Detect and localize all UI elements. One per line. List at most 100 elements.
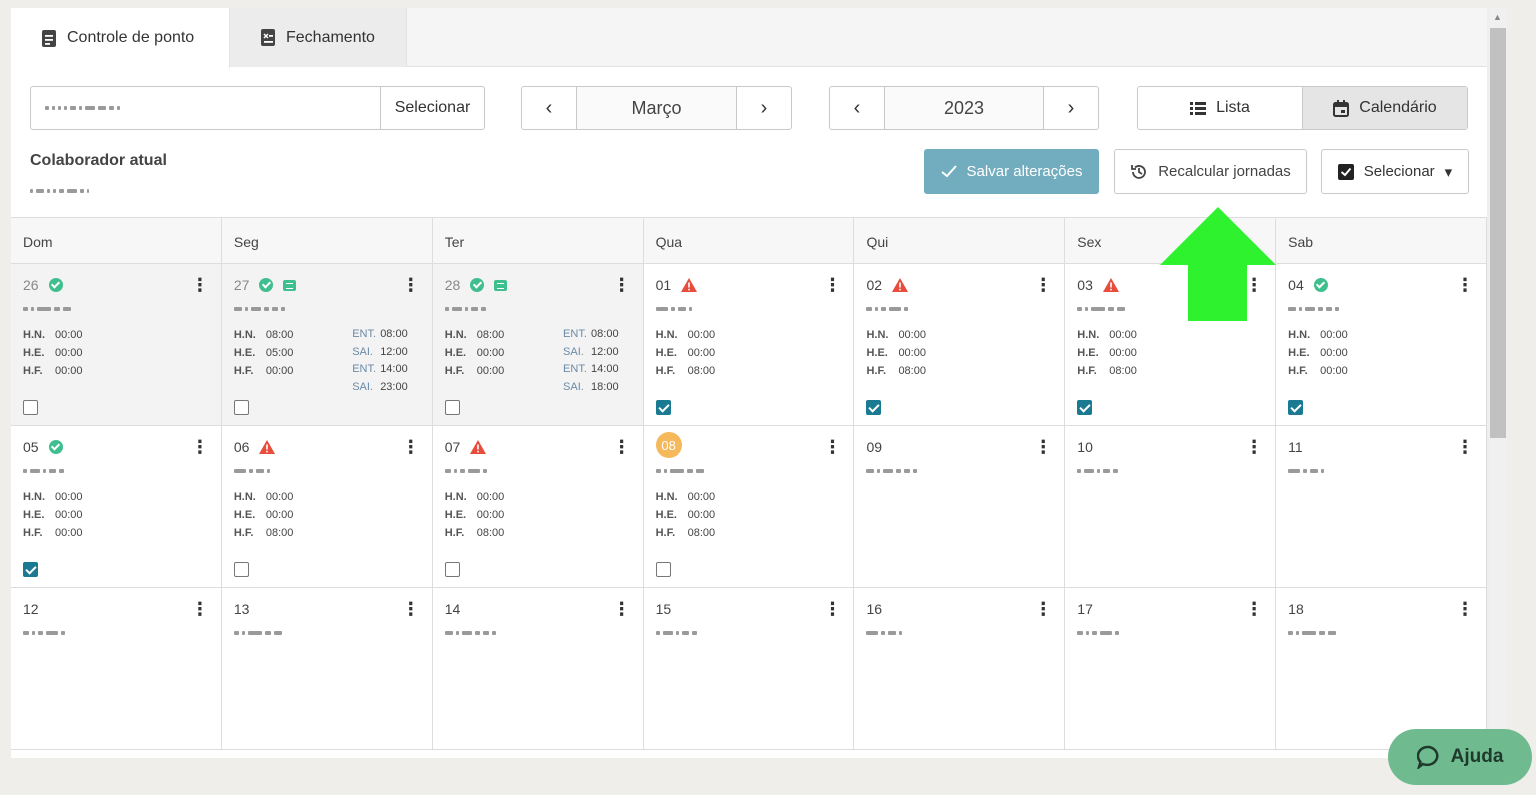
hours-line-hn: H.N. 00:00 — [445, 488, 631, 506]
day-options-icon[interactable]: ⋮ — [1245, 600, 1263, 618]
punch-time: 12:00 — [380, 345, 408, 358]
day-checkbox[interactable] — [655, 400, 671, 415]
day-checkbox[interactable] — [1077, 400, 1093, 415]
employee-name-field[interactable] — [31, 87, 380, 129]
day-options-icon[interactable]: ⋮ — [402, 600, 420, 618]
redacted-description — [866, 466, 1052, 476]
day-options-icon[interactable]: ⋮ — [823, 600, 841, 618]
calendar-day-cell[interactable]: 09 ⋮ — [854, 426, 1066, 587]
day-checkbox[interactable] — [23, 400, 38, 415]
day-checkbox[interactable] — [23, 562, 38, 577]
day-options-icon[interactable]: ⋮ — [1456, 438, 1474, 456]
hours-line-hf: H.F. 08:00 — [1077, 362, 1263, 380]
select-employee-button[interactable]: Selecionar — [380, 87, 484, 129]
vertical-scrollbar[interactable]: ▲ — [1489, 8, 1507, 758]
calendar-day-cell[interactable]: 18 ⋮ — [1276, 588, 1487, 749]
day-options-icon[interactable]: ⋮ — [402, 438, 420, 456]
calendar-day-cell[interactable]: 26 ⋮ H.N. 00:00 H.E. 00:00 H.F. 00:00 — [11, 264, 222, 425]
redacted-description — [1077, 466, 1263, 476]
warning-icon — [1102, 278, 1119, 292]
day-checkbox[interactable] — [1288, 400, 1304, 415]
calendar-day-cell[interactable]: 13 ⋮ — [222, 588, 433, 749]
prev-month-button[interactable]: ‹ — [522, 87, 576, 129]
day-options-icon[interactable]: ⋮ — [191, 276, 209, 294]
day-options-icon[interactable]: ⋮ — [823, 438, 841, 456]
calendar-day-cell[interactable]: 01 ⋮ H.N. 00:00 H.E. 00:00 H.F. 08:00 — [644, 264, 855, 425]
next-year-button[interactable]: › — [1044, 87, 1098, 129]
day-options-icon[interactable]: ⋮ — [1456, 600, 1474, 618]
day-number: 14 — [444, 601, 461, 617]
checkbox-icon — [1337, 163, 1354, 180]
calendar-day-cell[interactable]: 05 ⋮ H.N. 00:00 H.E. 00:00 H.F. 00:00 — [11, 426, 222, 587]
redacted-description — [23, 628, 209, 638]
day-options-icon[interactable]: ⋮ — [613, 276, 631, 294]
calendar-day-cell[interactable]: 12 ⋮ — [11, 588, 222, 749]
day-options-icon[interactable]: ⋮ — [402, 276, 420, 294]
hours-label: H.F. — [1077, 365, 1097, 377]
day-options-icon[interactable]: ⋮ — [1034, 438, 1052, 456]
calendar-day-cell[interactable]: 04 ⋮ H.N. 00:00 H.E. 00:00 H.F. 00:00 — [1276, 264, 1487, 425]
day-number: 13 — [233, 601, 250, 617]
day-checkbox[interactable] — [233, 400, 249, 415]
calendar-day-cell[interactable]: 02 ⋮ H.N. 00:00 H.E. 00:00 H.F. 08:00 — [854, 264, 1066, 425]
hours-value: 00:00 — [1320, 329, 1348, 341]
day-checkbox[interactable] — [233, 562, 249, 577]
hours-label: H.N. — [23, 491, 45, 503]
hours-value: 00:00 — [687, 509, 716, 521]
day-options-icon[interactable]: ⋮ — [613, 438, 631, 456]
tab-label: Fechamento — [286, 28, 375, 46]
recalculate-button[interactable]: Recalcular jornadas — [1114, 149, 1307, 194]
calendar-day-cell[interactable]: 15 ⋮ — [644, 588, 855, 749]
weekday-sab: Sab — [1276, 218, 1487, 263]
list-view-button[interactable]: Lista — [1138, 87, 1302, 129]
hours-summary: H.N. 00:00 H.E. 00:00 H.F. 08:00 — [445, 488, 631, 542]
hours-value: 00:00 — [55, 527, 83, 539]
day-options-icon[interactable]: ⋮ — [1034, 276, 1052, 294]
day-checkbox[interactable] — [444, 562, 460, 577]
redacted-description — [866, 628, 1052, 638]
day-number: 03 — [1077, 277, 1093, 293]
next-month-button[interactable]: › — [737, 87, 791, 129]
scroll-up-icon[interactable]: ▲ — [1493, 12, 1502, 22]
hours-label: H.E. — [233, 509, 256, 521]
day-checkbox[interactable] — [444, 400, 460, 415]
punch-label: SAI. — [352, 380, 373, 393]
warning-icon — [681, 278, 698, 292]
calendar-day-cell[interactable]: 27 ⋮ H.N. 08:00 H.E. 05:00 H.F. 00:00 ENT. 08:00 S… — [221, 264, 433, 425]
calendar-day-cell[interactable]: 11 ⋮ — [1276, 426, 1487, 587]
calendar-day-cell[interactable]: 07 ⋮ H.N. 00:00 H.E. 00:00 H.F. 08:00 — [433, 426, 644, 587]
save-changes-button[interactable]: Salvar alterações — [924, 149, 1099, 194]
help-button[interactable]: Ajuda — [1388, 729, 1532, 785]
calendar-day-cell[interactable]: 17 ⋮ — [1065, 588, 1277, 749]
punch-list: ENT. 08:00 SAI. 12:00 ENT. 14:00 SAI. 23:00 — [352, 326, 408, 396]
day-options-icon[interactable]: ⋮ — [1456, 276, 1474, 294]
day-options-icon[interactable]: ⋮ — [191, 438, 209, 456]
day-checkbox[interactable] — [866, 400, 882, 415]
prev-year-button[interactable]: ‹ — [830, 87, 884, 129]
hours-label: H.F. — [866, 365, 886, 377]
day-checkbox[interactable] — [655, 562, 671, 577]
hours-label: H.E. — [23, 509, 45, 521]
day-options-icon[interactable]: ⋮ — [1245, 438, 1263, 456]
calendar-day-cell[interactable]: 10 ⋮ — [1065, 426, 1277, 587]
day-number: 15 — [655, 601, 672, 617]
day-number: 28 — [444, 277, 461, 293]
calendar-view-button[interactable]: Calendário — [1302, 87, 1467, 129]
comment-icon[interactable] — [494, 279, 508, 291]
scrollbar-thumb[interactable] — [1490, 28, 1506, 438]
day-options-icon[interactable]: ⋮ — [823, 276, 841, 294]
calendar-day-cell[interactable]: 16 ⋮ — [854, 588, 1066, 749]
comment-icon[interactable] — [283, 279, 297, 291]
day-options-icon[interactable]: ⋮ — [191, 600, 209, 618]
calendar-day-cell[interactable]: 14 ⋮ — [433, 588, 644, 749]
punch-entry: ENT. 14:00 — [563, 361, 619, 379]
calendar-day-cell[interactable]: 28 ⋮ H.N. 08:00 H.E. 00:00 H.F. 00:00 ENT. 08:00 S… — [432, 264, 644, 425]
calendar-day-cell[interactable]: 08 ⋮ H.N. 00:00 H.E. 00:00 H.F. 08:00 — [644, 426, 855, 587]
day-options-icon[interactable]: ⋮ — [613, 600, 631, 618]
day-options-icon[interactable]: ⋮ — [1034, 600, 1052, 618]
calendar-day-cell[interactable]: 06 ⋮ H.N. 00:00 H.E. 00:00 H.F. 08:00 — [222, 426, 433, 587]
ok-status-icon — [1313, 278, 1328, 292]
tab-controle-de-ponto[interactable]: Controle de ponto — [11, 8, 230, 68]
select-dropdown-button[interactable]: Selecionar ▾ — [1321, 149, 1469, 194]
tab-fechamento[interactable]: Fechamento — [230, 8, 407, 67]
